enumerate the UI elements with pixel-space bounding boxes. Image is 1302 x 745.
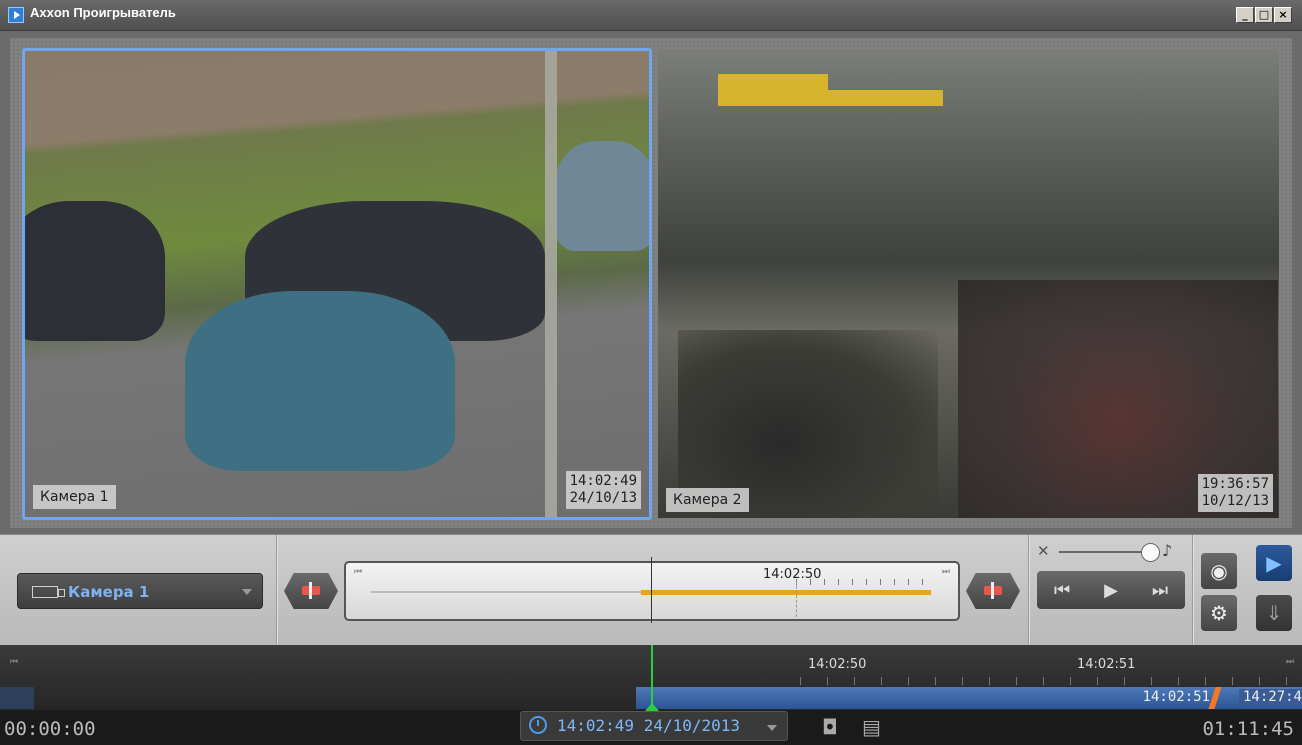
- playback-track[interactable]: ⏮ ⏭ 14:02:50: [344, 557, 960, 623]
- current-datetime: 14:02:49 24/10/2013: [557, 716, 741, 735]
- gear-icon[interactable]: ⚙: [1201, 595, 1237, 631]
- camera-label: Камера 2: [666, 488, 749, 512]
- chevron-down-icon: [242, 589, 252, 595]
- play-circle-icon[interactable]: ▶: [1256, 545, 1292, 581]
- track-progress: [641, 590, 931, 595]
- sign-shape: [823, 90, 943, 106]
- divider: [1192, 535, 1194, 645]
- span-start-label: 14:02:51: [1142, 689, 1210, 705]
- prev-marker-button[interactable]: [284, 573, 338, 609]
- chevron-down-icon: [767, 725, 777, 731]
- timeline-start-icon[interactable]: ⏮: [10, 657, 18, 667]
- pole-shape: [545, 51, 557, 517]
- camera-select[interactable]: Камера 1: [17, 573, 263, 609]
- camera-date: 10/12/13: [1201, 493, 1269, 509]
- volume-control[interactable]: ✕ ♪: [1037, 541, 1197, 563]
- minimize-button[interactable]: _: [1236, 7, 1254, 23]
- timeline-mark: 14:02:51: [1077, 657, 1136, 672]
- camera-tile-2[interactable]: Камера 2 19:36:57 10/12/13: [658, 50, 1279, 518]
- next-marker-button[interactable]: [966, 573, 1020, 609]
- volume-slider-knob[interactable]: [1141, 543, 1160, 562]
- start-time: 00:00:00: [4, 718, 96, 740]
- control-panel: Камера 1 ⏮ ⏭ 14:02:50 ✕ ♪ ⏮ ▶ ⏭ ◉ ⚙ ▶ ⇓: [0, 534, 1302, 645]
- camera-time: 19:36:57: [1201, 476, 1269, 492]
- track-time-label: 14:02:50: [763, 567, 822, 582]
- video-layout: Камера 1 14:02:49 24/10/13 Камера 2 19:3…: [10, 38, 1292, 528]
- camera-snapshot-icon[interactable]: ◘: [822, 715, 838, 739]
- timeline-footer: 00:00:00 14:02:49 24/10/2013 ◘ ▤ 01:11:4…: [0, 711, 1302, 745]
- span-end-label: 14:27:4: [1238, 689, 1302, 705]
- close-button[interactable]: ×: [1274, 7, 1292, 23]
- marker-prev-icon: [302, 582, 320, 599]
- camera-time: 14:02:49: [569, 473, 637, 489]
- camera-timestamp: 14:02:49 24/10/13: [565, 471, 641, 509]
- timeline-cursor-handle[interactable]: [645, 703, 659, 711]
- playback-buttons: ⏮ ▶ ⏭: [1037, 571, 1185, 609]
- export-icon[interactable]: ⇓: [1256, 595, 1292, 631]
- timeline-mark: 14:02:50: [808, 657, 867, 672]
- camera-tile-1[interactable]: Камера 1 14:02:49 24/10/13: [22, 48, 652, 520]
- datetime-select[interactable]: 14:02:49 24/10/2013: [520, 711, 788, 741]
- step-forward-icon[interactable]: ⏭: [1152, 580, 1168, 601]
- car-shape: [555, 141, 649, 251]
- clock-icon: [529, 716, 547, 734]
- camera-select-value: Камера 1: [68, 583, 150, 601]
- track-cursor[interactable]: [651, 557, 652, 623]
- title-bar: Axxon Проигрыватель _ □ ×: [0, 0, 1302, 31]
- divider: [276, 535, 278, 645]
- car-shape: [25, 201, 165, 341]
- speaker-icon[interactable]: ♪: [1162, 541, 1172, 560]
- timeline-track[interactable]: ⏮ ⏭ 14:02:50 14:02:51 14:02:51 14:27:4: [0, 645, 1302, 711]
- window-title: Axxon Проигрыватель: [30, 5, 176, 20]
- step-back-icon[interactable]: ⏮: [1054, 580, 1070, 601]
- camera-icon: [32, 586, 65, 598]
- timeline-strip: [0, 687, 34, 709]
- timeline-ticks: [800, 677, 1300, 685]
- mute-icon[interactable]: ✕: [1037, 542, 1050, 560]
- camera-timestamp: 19:36:57 10/12/13: [1197, 474, 1273, 512]
- printer-icon[interactable]: ▤: [862, 715, 881, 739]
- player-window: Axxon Проигрыватель _ □ × Камера 1 14:02…: [0, 0, 1302, 745]
- track-marker: [796, 581, 797, 617]
- camera-label: Камера 1: [33, 485, 116, 509]
- timeline-cursor[interactable]: [651, 645, 653, 707]
- app-icon: [8, 7, 24, 23]
- maximize-button[interactable]: □: [1255, 7, 1273, 23]
- play-icon[interactable]: ▶: [1104, 580, 1118, 601]
- marker-next-icon: [984, 582, 1002, 599]
- divider: [1028, 535, 1030, 645]
- end-time: 01:11:45: [1202, 718, 1294, 740]
- track-end-icon[interactable]: ⏭: [942, 567, 950, 577]
- timeline-end-icon[interactable]: ⏭: [1286, 657, 1294, 667]
- sign-shape: [718, 74, 828, 106]
- eye-icon[interactable]: ◉: [1201, 553, 1237, 589]
- track-start-icon[interactable]: ⏮: [354, 567, 362, 577]
- timeline[interactable]: ⏮ ⏭ 14:02:50 14:02:51 14:02:51 14:27:4 0…: [0, 645, 1302, 745]
- camera-date: 24/10/13: [569, 490, 637, 506]
- car-shape: [185, 291, 455, 471]
